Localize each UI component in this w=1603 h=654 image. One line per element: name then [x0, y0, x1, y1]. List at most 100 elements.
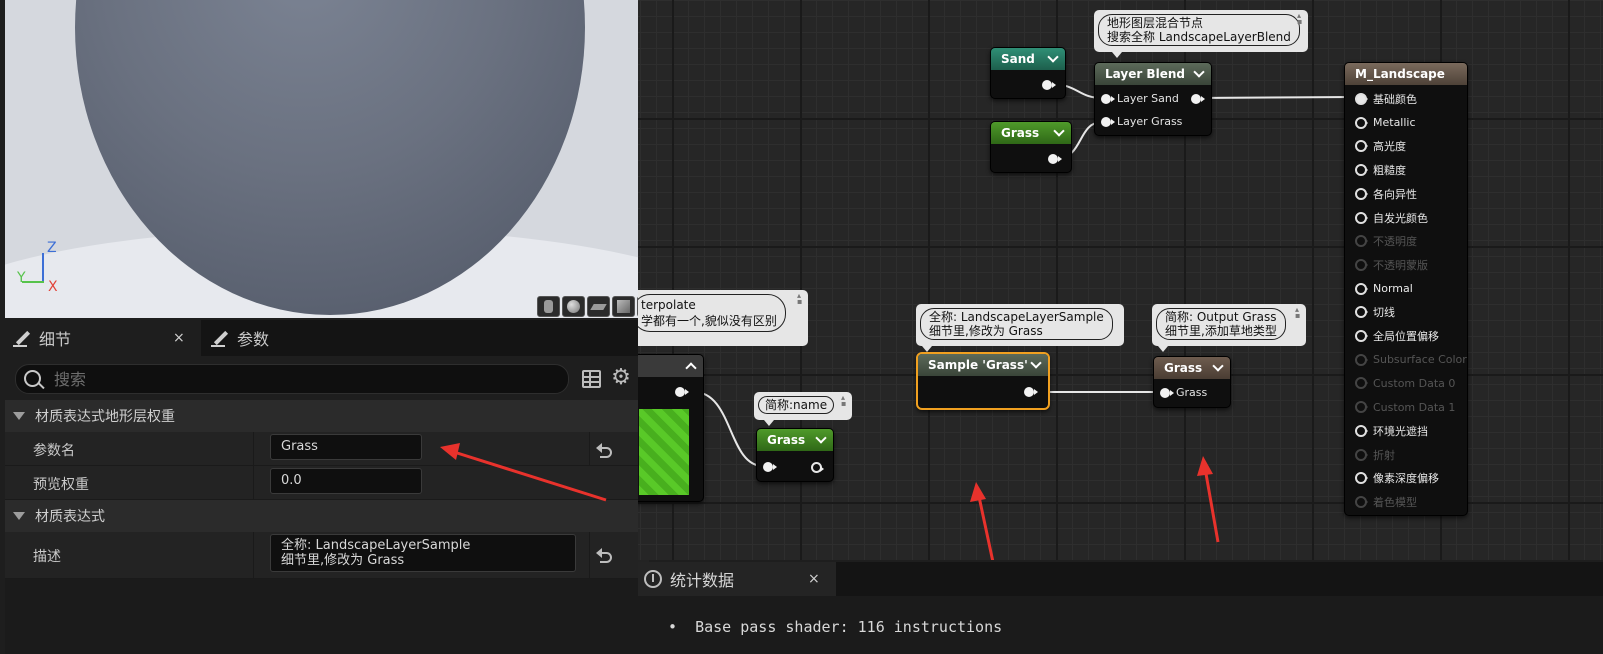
chevron-up-icon[interactable]	[685, 362, 697, 374]
material-input-pin[interactable]: 粗糙度	[1355, 162, 1406, 178]
input-pin[interactable]	[1101, 117, 1115, 127]
pin-ring-icon	[1355, 258, 1368, 271]
material-input-pin[interactable]: 高光度	[1355, 138, 1406, 154]
material-preview-viewport[interactable]: Z Y X	[5, 0, 649, 318]
tab-parameters[interactable]: 参数	[203, 320, 323, 356]
comment-bubble-interpolate[interactable]: terpolate 学都有一个,貌似没有区别 ▴ ▪	[638, 290, 808, 346]
pin-ring-icon	[1355, 235, 1368, 248]
column-divider	[253, 532, 254, 578]
chevron-down-icon[interactable]	[1030, 357, 1042, 369]
chevron-down-icon[interactable]	[815, 432, 827, 444]
node-sample-grass[interactable]: Sample 'Grass'	[916, 352, 1050, 410]
node-layer-interpolate[interactable]	[638, 354, 704, 502]
reset-to-default-icon[interactable]	[596, 548, 614, 563]
property-label: 预览权重	[33, 477, 89, 493]
stats-panel: 统计数据 × • Base pass shader: 116 instructi…	[638, 562, 1603, 654]
pin-ring-icon	[1355, 424, 1368, 437]
cylinder-icon[interactable]	[537, 296, 560, 317]
node-title: Grass	[767, 433, 806, 447]
output-pin[interactable]	[675, 387, 689, 397]
y-axis-label: Y	[17, 270, 26, 286]
stats-icon	[644, 570, 662, 588]
node-grass-output[interactable]: Grass Grass	[1153, 356, 1231, 408]
input-pin[interactable]	[1101, 94, 1115, 104]
material-input-pin[interactable]: 像素深度偏移	[1355, 470, 1439, 486]
close-tab-button[interactable]: ×	[173, 330, 185, 346]
material-input-pin[interactable]: 各向异性	[1355, 186, 1417, 202]
chevron-down-icon[interactable]	[1053, 125, 1065, 137]
node-header: Layer Blend	[1095, 63, 1211, 85]
parameter-name-field[interactable]: Grass	[270, 434, 422, 460]
comment-line: terpolate	[641, 298, 696, 312]
input-pin[interactable]	[1160, 388, 1174, 398]
tab-parameters-label: 参数	[237, 330, 270, 349]
comment-text: 地形图层混合节点 搜索全称 LandscapeLayerBlend	[1098, 14, 1300, 46]
close-tab-button[interactable]: ×	[808, 571, 820, 587]
chevron-down-icon[interactable]	[1193, 66, 1205, 78]
pin-label: 不透明度	[1373, 235, 1417, 249]
comment-tail	[1158, 346, 1168, 352]
tab-stats-label: 统计数据	[670, 571, 735, 590]
node-header: Grass	[757, 429, 833, 451]
material-input-pin[interactable]: 全局位置偏移	[1355, 328, 1439, 344]
node-grass-param[interactable]: Grass	[990, 121, 1072, 173]
material-input-pin[interactable]: 基础颜色	[1355, 91, 1417, 107]
output-pin[interactable]	[1024, 387, 1038, 397]
chevron-down-icon[interactable]	[1212, 360, 1224, 372]
material-input-pin[interactable]: 自发光颜色	[1355, 210, 1428, 226]
comment-bubble-sample[interactable]: 全称: LandscapeLayerSample 细节里,修改为 Grass	[916, 304, 1124, 352]
material-input-pin[interactable]: Metallic	[1355, 115, 1416, 131]
tab-stats[interactable]: 统计数据 ×	[638, 562, 836, 596]
pin-ring-icon	[1355, 306, 1368, 319]
cube-icon[interactable]	[612, 296, 635, 317]
pin-label: Normal	[1373, 282, 1413, 296]
comment-bubble-name[interactable]: 简称:name ▴ ▪	[754, 392, 852, 426]
tab-details[interactable]: 细节 ×	[5, 320, 201, 356]
node-layer-blend[interactable]: Layer Blend Layer Sand Layer Grass	[1094, 62, 1212, 136]
section-landscape-layer-weight[interactable]: 材质表达式地形层权重	[5, 400, 649, 432]
output-pin[interactable]	[1042, 80, 1056, 90]
output-pin[interactable]	[1191, 94, 1205, 104]
pin-comment-icon[interactable]: ▴ ▪	[1295, 306, 1302, 320]
node-title: Grass	[1164, 361, 1203, 375]
plane-icon[interactable]	[587, 296, 610, 317]
node-grass-small[interactable]: Grass	[756, 428, 834, 482]
material-input-pin: 着色模型	[1355, 494, 1417, 510]
material-input-pin[interactable]: 环境光遮挡	[1355, 423, 1428, 439]
search-input[interactable]	[52, 367, 556, 391]
output-pin[interactable]	[1048, 154, 1062, 164]
node-sand[interactable]: Sand	[990, 47, 1066, 99]
pin-comment-icon[interactable]: ▴ ▪	[1297, 12, 1304, 26]
node-title: Sample 'Grass'	[928, 358, 1028, 372]
gear-icon[interactable]: ⚙	[610, 367, 632, 389]
pin-comment-icon[interactable]: ▴ ▪	[797, 292, 804, 306]
chevron-down-icon[interactable]	[1047, 51, 1059, 63]
material-input-pin[interactable]: Normal	[1355, 281, 1413, 297]
node-m-landscape[interactable]: M_Landscape 基础颜色 Metallic 高光度 粗糙度 各向异性 自发光颜色不…	[1344, 62, 1468, 516]
pin-ring-icon	[1355, 377, 1368, 390]
comment-bubble-layer-blend[interactable]: 地形图层混合节点 搜索全称 LandscapeLayerBlend ▴ ▪	[1094, 10, 1308, 58]
comment-line: 搜索全称 LandscapeLayerBlend	[1107, 30, 1291, 44]
preview-weight-field[interactable]: 0.0	[270, 468, 422, 494]
material-graph-canvas[interactable]: 地形图层混合节点 搜索全称 LandscapeLayerBlend ▴ ▪ San…	[638, 0, 1603, 560]
sphere-icon[interactable]	[562, 296, 585, 317]
pin-label: Subsurface Color	[1373, 353, 1467, 367]
section-title: 材质表达式	[35, 509, 105, 525]
input-pin[interactable]	[763, 462, 777, 472]
annotation-arrow-param-shaft	[453, 450, 607, 502]
pin-label: Layer Grass	[1117, 115, 1183, 128]
comment-line: 全称: LandscapeLayerSample	[929, 310, 1104, 324]
comment-line: 地形图层混合节点	[1107, 16, 1204, 30]
tab-details-label: 细节	[39, 330, 72, 349]
material-input-pin[interactable]: 切线	[1355, 304, 1395, 320]
table-view-icon[interactable]	[582, 370, 601, 388]
output-pin[interactable]	[811, 462, 824, 473]
pin-comment-icon[interactable]: ▴ ▪	[841, 394, 848, 408]
node-header: Grass	[1154, 357, 1230, 379]
description-line-1: 全称: LandscapeLayerSample	[281, 538, 471, 553]
description-field[interactable]: 全称: LandscapeLayerSample 细节里,修改为 Grass	[270, 534, 576, 572]
node-header: Sample 'Grass'	[918, 354, 1048, 376]
collapse-triangle-icon	[13, 412, 25, 420]
wire-interp-to-grass	[693, 391, 764, 467]
comment-bubble-output[interactable]: 简称: Output Grass 细节里,添加草地类型 ▴ ▪	[1152, 304, 1306, 352]
